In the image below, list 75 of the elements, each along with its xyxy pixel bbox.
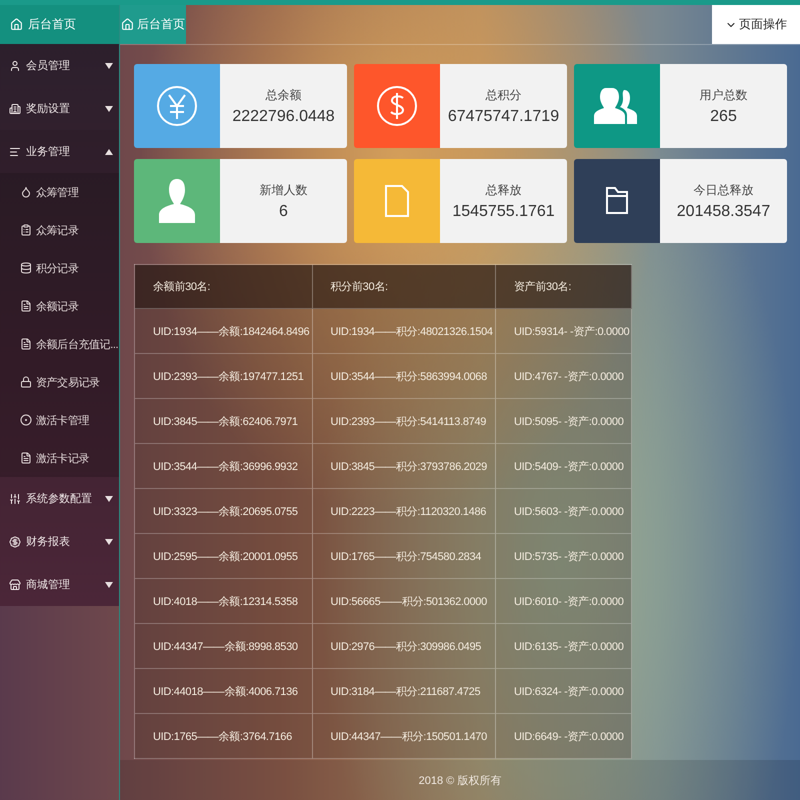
stat-value: 201458.3547 bbox=[676, 202, 770, 220]
table-cell: UID:6010- -资产:0.0000 bbox=[495, 578, 632, 624]
sidebar-menu-group[interactable]: 财务报表 bbox=[0, 520, 119, 563]
table-cell: UID:3544——积分:5863994.0068 bbox=[312, 354, 496, 398]
table-cell: UID:44347——余额:8998.8530 bbox=[134, 624, 312, 668]
home-icon bbox=[10, 18, 23, 31]
caret-down-icon bbox=[105, 582, 113, 588]
stat-value: 6 bbox=[279, 202, 288, 220]
column-header: 余额前30名: bbox=[134, 264, 312, 308]
table-cell: UID:6135- -资产:0.0000 bbox=[495, 624, 632, 668]
caret-down-icon bbox=[105, 62, 113, 68]
caret-down-icon bbox=[105, 496, 113, 502]
table-cell: UID:3845——积分:3793786.2029 bbox=[312, 444, 496, 488]
table-cell: UID:44347——积分:150501.1470 bbox=[312, 714, 496, 758]
caret-down-icon bbox=[105, 106, 113, 112]
sidebar-submenu-item[interactable]: 众筹记录 bbox=[0, 211, 119, 249]
users-icon bbox=[594, 86, 640, 126]
stat-label: 总释放 bbox=[486, 182, 522, 198]
table-cell: UID:56665——积分:501362.0000 bbox=[312, 578, 496, 624]
table-cell: UID:3184——积分:211687.4725 bbox=[312, 668, 496, 714]
stat-label: 新增人数 bbox=[260, 182, 308, 198]
table-cell: UID:1765——余额:3764.7166 bbox=[134, 714, 312, 758]
column-header: 积分前30名: bbox=[312, 264, 496, 308]
table-cell: UID:1934——余额:1842464.8496 bbox=[134, 308, 312, 354]
table-cell: UID:5409- -资产:0.0000 bbox=[495, 444, 632, 488]
table-cell: UID:2393——积分:5414113.8749 bbox=[312, 398, 496, 444]
table-cell: UID:6649- -资产:0.0000 bbox=[495, 714, 632, 758]
folder-icon bbox=[604, 186, 630, 216]
stat-value: 265 bbox=[710, 108, 737, 126]
document-icon bbox=[384, 184, 410, 218]
page-actions-button[interactable]: 页面操作 bbox=[712, 5, 800, 44]
stat-label: 总余额 bbox=[266, 86, 302, 104]
sidebar-submenu-item[interactable]: 资产交易记录 bbox=[0, 363, 119, 401]
sidebar-submenu-item[interactable]: 余额记录 bbox=[0, 287, 119, 325]
sidebar-submenu-item[interactable]: 余额后台充值记... bbox=[0, 325, 119, 363]
sidebar-menu-group[interactable]: 商城管理 bbox=[0, 563, 119, 606]
sidebar-menu-group[interactable]: 奖励设置 bbox=[0, 87, 119, 130]
stat-value: 1545755.1761 bbox=[452, 202, 555, 220]
person-icon bbox=[159, 179, 195, 223]
column-header: 资产前30名: bbox=[495, 264, 632, 308]
sidebar-menu-group[interactable]: 系统参数配置 bbox=[0, 477, 119, 520]
stat-value: 2222796.0448 bbox=[232, 108, 335, 126]
stat-value: 67475747.1719 bbox=[448, 108, 560, 126]
stat-label: 总积分 bbox=[486, 86, 522, 104]
table-cell: UID:6324- -资产:0.0000 bbox=[495, 668, 632, 714]
sidebar-home-link[interactable]: 后台首页 bbox=[0, 5, 119, 44]
table-cell: UID:3323——余额:20695.0755 bbox=[134, 488, 312, 534]
table-cell: UID:59314- -资产:0.0000 bbox=[495, 308, 632, 354]
sidebar-submenu-item[interactable]: 众筹管理 bbox=[0, 173, 119, 211]
table-cell: UID:4767- -资产:0.0000 bbox=[495, 354, 632, 398]
table-cell: UID:2393——余额:197477.1251 bbox=[134, 354, 312, 398]
table-cell: UID:5603- -资产:0.0000 bbox=[495, 488, 632, 534]
copyright-text: 2018 © 版权所有 bbox=[418, 774, 502, 788]
yen-icon bbox=[155, 84, 199, 128]
sidebar-submenu-item[interactable]: 激活卡记录 bbox=[0, 439, 119, 477]
table-cell: UID:3845——余额:62406.7971 bbox=[134, 398, 312, 444]
dollar-icon bbox=[375, 84, 419, 128]
table-cell: UID:44018——余额:4006.7136 bbox=[134, 668, 312, 714]
sidebar-menu-group[interactable]: 会员管理 bbox=[0, 44, 119, 87]
table-cell: UID:1934——积分:48021326.1504 bbox=[312, 308, 496, 354]
stat-label: 今日总释放 bbox=[694, 182, 754, 198]
table-cell: UID:3544——余额:36996.9932 bbox=[134, 444, 312, 488]
sidebar-submenu-item[interactable]: 积分记录 bbox=[0, 249, 119, 287]
caret-up-icon bbox=[105, 148, 113, 154]
table-cell: UID:5095- -资产:0.0000 bbox=[495, 398, 632, 444]
stat-label: 用户总数 bbox=[700, 86, 748, 104]
table-cell: UID:4018——余额:12314.5358 bbox=[134, 578, 312, 624]
table-cell: UID:2976——积分:309986.0495 bbox=[312, 624, 496, 668]
table-cell: UID:2223——积分:1120320.1486 bbox=[312, 488, 496, 534]
table-cell: UID:5735- -资产:0.0000 bbox=[495, 534, 632, 578]
table-cell: UID:2595——余额:20001.0955 bbox=[134, 534, 312, 578]
home-icon bbox=[121, 18, 134, 31]
sidebar-submenu-item[interactable]: 激活卡管理 bbox=[0, 401, 119, 439]
caret-down-icon bbox=[105, 538, 113, 544]
table-cell: UID:1765——积分:754580.2834 bbox=[312, 534, 496, 578]
